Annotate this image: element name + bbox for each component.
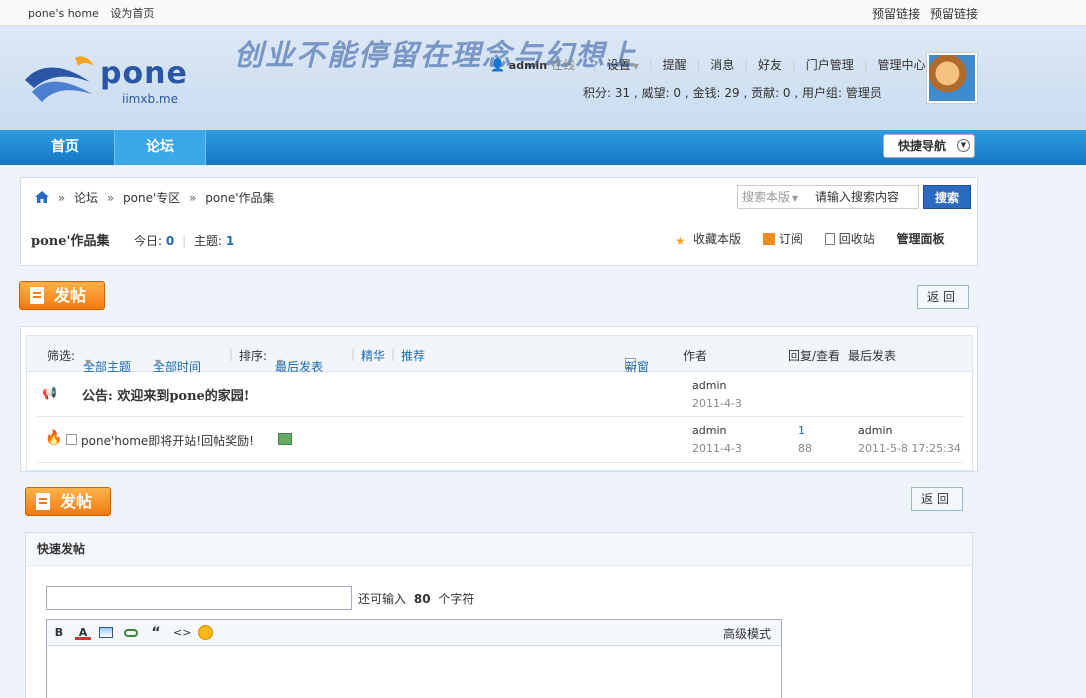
table-row[interactable]: 🔥 pone'home即将开站!回帖奖励! admin 2011-4-3 1 8… [37, 418, 963, 463]
quick-post-title-input[interactable] [46, 586, 352, 610]
post-editor[interactable]: B A “ <> 高级模式 [46, 619, 782, 698]
quick-post-heading: 快速发帖 [26, 533, 972, 566]
filter-digest[interactable]: 精华 [361, 347, 385, 364]
site-logo[interactable]: pone iimxb.me [20, 52, 200, 116]
advanced-mode-link[interactable]: 高级模式 [723, 625, 771, 642]
col-author: 作者 [683, 349, 708, 363]
table-row[interactable]: 📢 公告: 欢迎来到pone的家园! admin 2011-4-3 [37, 373, 963, 417]
bold-icon[interactable]: B [51, 625, 67, 641]
code-icon[interactable]: <> [173, 625, 191, 641]
thread-author[interactable]: admin [692, 379, 726, 392]
chevron-down-icon: ▼ [632, 62, 639, 71]
smiley-icon[interactable] [198, 625, 214, 641]
quote-icon[interactable]: “ [148, 625, 164, 641]
recycle-bin-link[interactable]: 回收站 [824, 232, 875, 246]
col-replies-views: 回复/查看 [788, 349, 841, 363]
view-count: 88 [798, 442, 812, 455]
subscribe-link[interactable]: 订阅 [762, 232, 803, 246]
user-icon: 👤 [490, 58, 505, 72]
megaphone-icon: 📢 [42, 386, 57, 400]
logo-wave-icon [25, 56, 94, 102]
search-placeholder: 请输入搜索内容 [815, 190, 900, 204]
nav-item-forum[interactable]: 论坛 [114, 130, 206, 165]
avatar[interactable] [926, 52, 978, 104]
document-icon [36, 493, 50, 510]
admin-center-link[interactable]: 管理中心 [877, 58, 925, 72]
new-post-button[interactable]: 发帖 [19, 281, 105, 310]
thread-list-panel: 筛选: 全部主题 ▼ 全部时间 ▼ | 排序: 最后发表 ▼ | 精华 | 推荐 新窗… [20, 326, 978, 472]
logo-subtext: iimxb.me [122, 92, 178, 106]
rss-icon [762, 233, 775, 245]
last-post-time[interactable]: 2011-5-8 17:25:34 [858, 442, 961, 455]
thread-date: 2011-4-3 [692, 397, 742, 410]
back-button-bottom[interactable]: 返回 [911, 487, 963, 511]
filter-bar: 筛选: 全部主题 ▼ 全部时间 ▼ | 排序: 最后发表 ▼ | 精华 | 推荐 新窗… [27, 336, 972, 374]
breadcrumb-forum[interactable]: 论坛 [74, 191, 98, 205]
col-last-post: 最后发表 [848, 349, 897, 363]
breadcrumb: » 论坛 » pone'专区 » pone'作品集 [35, 189, 275, 206]
reserved-link-2[interactable]: 预留链接 [930, 7, 978, 21]
reserved-link-1[interactable]: 预留链接 [872, 7, 920, 21]
last-post-author[interactable]: admin [858, 424, 892, 437]
thread-title[interactable]: pone'home即将开站!回帖奖励! [81, 432, 254, 449]
forum-header-panel: » 论坛 » pone'专区 » pone'作品集 搜索本版 ▼ 请输入搜索内容 … [20, 177, 978, 266]
site-name-link[interactable]: pone's home [28, 7, 99, 20]
friends-link[interactable]: 好友 [758, 58, 782, 72]
thread-author[interactable]: admin [692, 424, 726, 437]
user-stats: 积分: 31 , 威望: 0 , 金钱: 29 , 贡献: 0 , 用户组: 管… [583, 86, 882, 100]
logo-text: pone [100, 56, 188, 91]
breadcrumb-zone[interactable]: pone'专区 [123, 191, 180, 205]
chevron-down-icon: ▼ [957, 139, 970, 152]
new-post-button-bottom[interactable]: 发帖 [25, 487, 111, 516]
home-icon[interactable] [35, 191, 49, 203]
back-button[interactable]: 返回 [917, 285, 969, 309]
quick-nav-label: 快捷导航 [898, 139, 947, 153]
thread-select-checkbox[interactable] [66, 433, 80, 447]
search-button[interactable]: 搜索 [923, 185, 971, 209]
star-icon: ★ [675, 234, 686, 248]
thread-title[interactable]: 公告: 欢迎来到pone的家园! [82, 385, 250, 404]
search-input[interactable]: 搜索本版 ▼ 请输入搜索内容 [737, 185, 919, 209]
search-scope-select[interactable]: 搜索本版 ▼ [742, 186, 798, 210]
document-icon [30, 287, 44, 304]
text-color-icon[interactable]: A [75, 625, 91, 640]
reply-count[interactable]: 1 [798, 424, 805, 437]
online-status: 在线 [550, 58, 575, 72]
thread-date: 2011-4-3 [692, 442, 742, 455]
image-icon[interactable] [99, 625, 115, 641]
forum-actions: ★ 收藏本版 订阅 回收站 管理面板 [675, 230, 945, 248]
trash-icon [824, 233, 835, 245]
messages-link[interactable]: 消息 [710, 58, 734, 72]
settings-menu[interactable]: 设置 [607, 58, 631, 72]
main-nav: 首页 论坛 快捷导航 ▼ [0, 130, 1086, 165]
breadcrumb-board[interactable]: pone'作品集 [205, 191, 274, 205]
portal-admin-link[interactable]: 门户管理 [806, 58, 854, 72]
nav-item-home[interactable]: 首页 [16, 130, 114, 165]
editor-toolbar: B A “ <> 高级模式 [47, 620, 781, 646]
forum-stats: 今日: 0 | 主题: 1 [134, 234, 235, 248]
admin-panel-link[interactable]: 管理面板 [897, 232, 945, 246]
image-attachment-icon [278, 433, 292, 445]
link-icon[interactable] [124, 625, 140, 641]
hot-icon: 🔥 [45, 430, 63, 446]
forum-title: pone'作品集 [31, 234, 110, 249]
top-bar: pone's home 设为首页 预留链接 预留链接 [0, 0, 1086, 26]
filter-recommend[interactable]: 推荐 [401, 347, 425, 364]
user-nav: 👤 admin 在线 | 设置 ▼ | 提醒 | 消息 | 好友 | 门户管理 |… [490, 56, 973, 73]
quick-nav-button[interactable]: 快捷导航 ▼ [883, 134, 975, 158]
favorite-board-link[interactable]: ★ 收藏本版 [675, 232, 741, 248]
reminders-link[interactable]: 提醒 [663, 58, 687, 72]
username-link[interactable]: admin [509, 59, 547, 72]
char-limit-hint: 还可输入 80 个字符 [358, 592, 475, 606]
quick-post-panel: 快速发帖 还可输入 80 个字符 B A “ <> 高级模式 [25, 532, 973, 698]
site-header: pone iimxb.me 创业不能停留在理念与幻想上 👤 admin 在线 |… [0, 26, 1086, 130]
set-home-link[interactable]: 设为首页 [110, 7, 154, 20]
